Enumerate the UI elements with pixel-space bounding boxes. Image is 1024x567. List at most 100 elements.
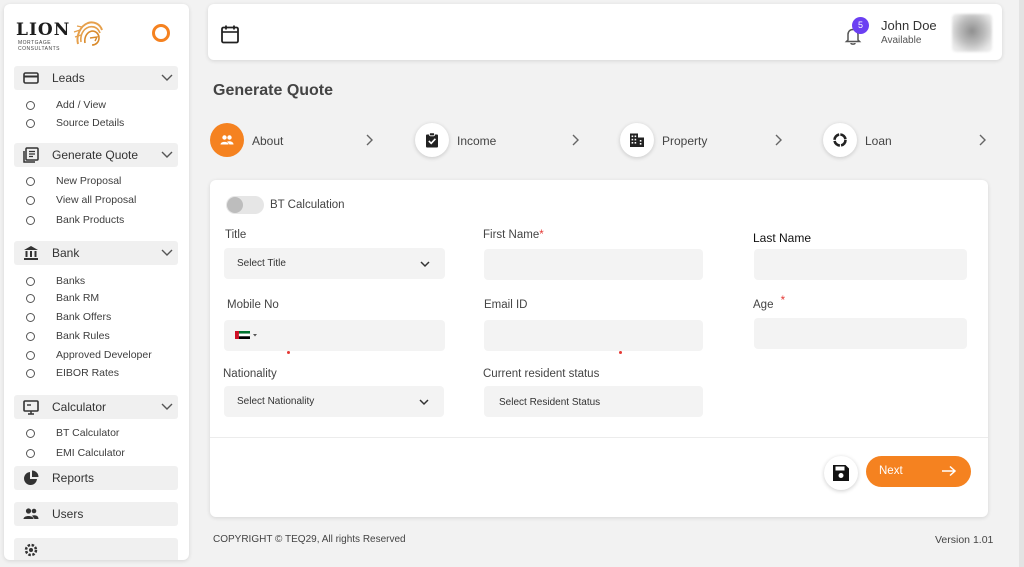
circle-icon [26,294,35,303]
calendar-icon[interactable] [220,24,240,44]
save-button[interactable] [824,456,858,490]
title-select-value: Select Title [237,258,286,269]
sidebar-item-label: Bank Products [56,214,125,226]
step-label: Income [457,134,497,148]
sidebar-item-label: Banks [56,275,86,287]
sidebar-item-label: EMI Calculator [56,447,125,459]
chevron-down-icon [419,399,429,406]
logo-subtitle: MORTGAGE CONSULTANTS [18,40,60,52]
clipboard-check-icon [426,132,438,148]
title-select[interactable]: Select Title [224,248,445,279]
chevron-right-icon [979,134,986,146]
circle-icon [26,119,35,128]
nationality-select-value: Select Nationality [237,396,315,407]
sidebar-item-label: Approved Developer [56,349,152,361]
resident-status-select-value: Select Resident Status [499,397,601,408]
first-name-label: First Name* [483,229,544,241]
first-name-label-text: First Name [483,229,540,241]
sidebar-collapse-toggle[interactable] [152,24,170,42]
sidebar-item-settings[interactable] [14,538,178,560]
logo-name: LION [16,20,71,40]
email-id-input[interactable] [484,320,703,351]
mobile-no-label: Mobile No [227,299,279,311]
arrow-right-icon [942,465,957,477]
resident-status-label: Current resident status [483,368,600,380]
company-logo: LION MORTGAGE CONSULTANTS [16,18,116,54]
sidebar-item-reports[interactable]: Reports [14,466,178,490]
sidebar-item-label: Users [52,507,84,521]
required-dot [619,351,622,354]
circle-icon [26,216,35,225]
last-name-label: Last Name [753,231,812,245]
sidebar-group-generate-quote[interactable]: Generate Quote [14,143,178,167]
circle-icon [26,351,35,360]
age-input[interactable] [754,318,967,349]
user-name: John Doe [881,18,937,33]
chevron-right-icon [366,134,373,146]
resident-status-select[interactable]: Select Resident Status [484,386,703,417]
bt-calculation-toggle[interactable] [226,196,264,214]
sidebar-item-label: Bank RM [56,292,100,304]
pie-chart-icon [24,470,39,485]
chevron-down-icon [420,261,430,268]
users-icon [23,508,39,519]
sidebar-group-label: Leads [52,71,85,85]
credit-card-icon [23,72,39,84]
sidebar-item-label: BT Calculator [56,427,120,439]
chevron-right-icon [572,134,579,146]
quote-form-card: BT Calculation Title Select Title First … [210,180,988,517]
top-bar: 5 John Doe Available [208,4,1002,60]
first-name-input[interactable] [484,249,703,280]
sidebar-item-label: Add / View [56,99,107,111]
nationality-label: Nationality [223,368,277,380]
circle-icon [26,429,35,438]
required-dot [287,351,290,354]
sidebar-item-label: Bank Offers [56,311,112,323]
title-label: Title [225,229,247,241]
last-name-input[interactable] [754,249,967,280]
circle-icon [26,369,35,378]
sidebar-group-label: Calculator [52,400,107,414]
sidebar-item-users[interactable]: Users [14,502,178,526]
bt-calculation-label: BT Calculation [270,199,345,211]
nationality-select[interactable]: Select Nationality [224,386,444,417]
circle-icon [26,177,35,186]
age-label-text: Age [753,299,774,311]
sidebar-group-calculator[interactable]: Calculator [14,395,178,419]
step-icon [823,123,857,157]
step-icon [620,123,654,157]
chevron-down-icon [161,249,173,256]
sidebar-item-label: Source Details [56,117,125,129]
page-scrollbar[interactable] [1019,0,1024,567]
age-label: Age * [753,295,785,311]
mobile-no-input[interactable] [224,320,445,351]
building-icon [630,133,644,147]
email-id-label: Email ID [484,299,528,311]
donut-chart-icon [833,133,847,147]
copyright-text: COPYRIGHT © TEQ29, All rights Reserved [213,534,406,545]
page-title: Generate Quote [213,82,334,99]
chevron-down-icon [161,151,173,158]
circle-icon [26,332,35,341]
sidebar: LION MORTGAGE CONSULTANTS Leads Add / Vi… [4,4,189,560]
avatar[interactable] [952,14,992,52]
step-label: Loan [865,134,892,148]
circle-icon [26,449,35,458]
sidebar-item-label: Bank Rules [56,330,110,342]
sidebar-group-leads[interactable]: Leads [14,66,178,90]
chevron-down-icon [161,403,173,410]
lion-icon [73,21,103,46]
chevron-right-icon [775,134,782,146]
uae-flag-icon[interactable] [235,331,259,341]
circle-icon [26,196,35,205]
sidebar-item-label: EIBOR Rates [56,367,120,379]
next-button-label: Next [879,465,903,477]
sidebar-group-label: Bank [52,246,80,260]
next-button[interactable]: Next [866,456,971,487]
step-label: About [252,134,284,148]
circle-icon [26,101,35,110]
sidebar-group-bank[interactable]: Bank [14,241,178,265]
gear-icon [24,543,38,557]
notification-badge: 5 [852,17,869,34]
required-asterisk: * [539,229,544,241]
